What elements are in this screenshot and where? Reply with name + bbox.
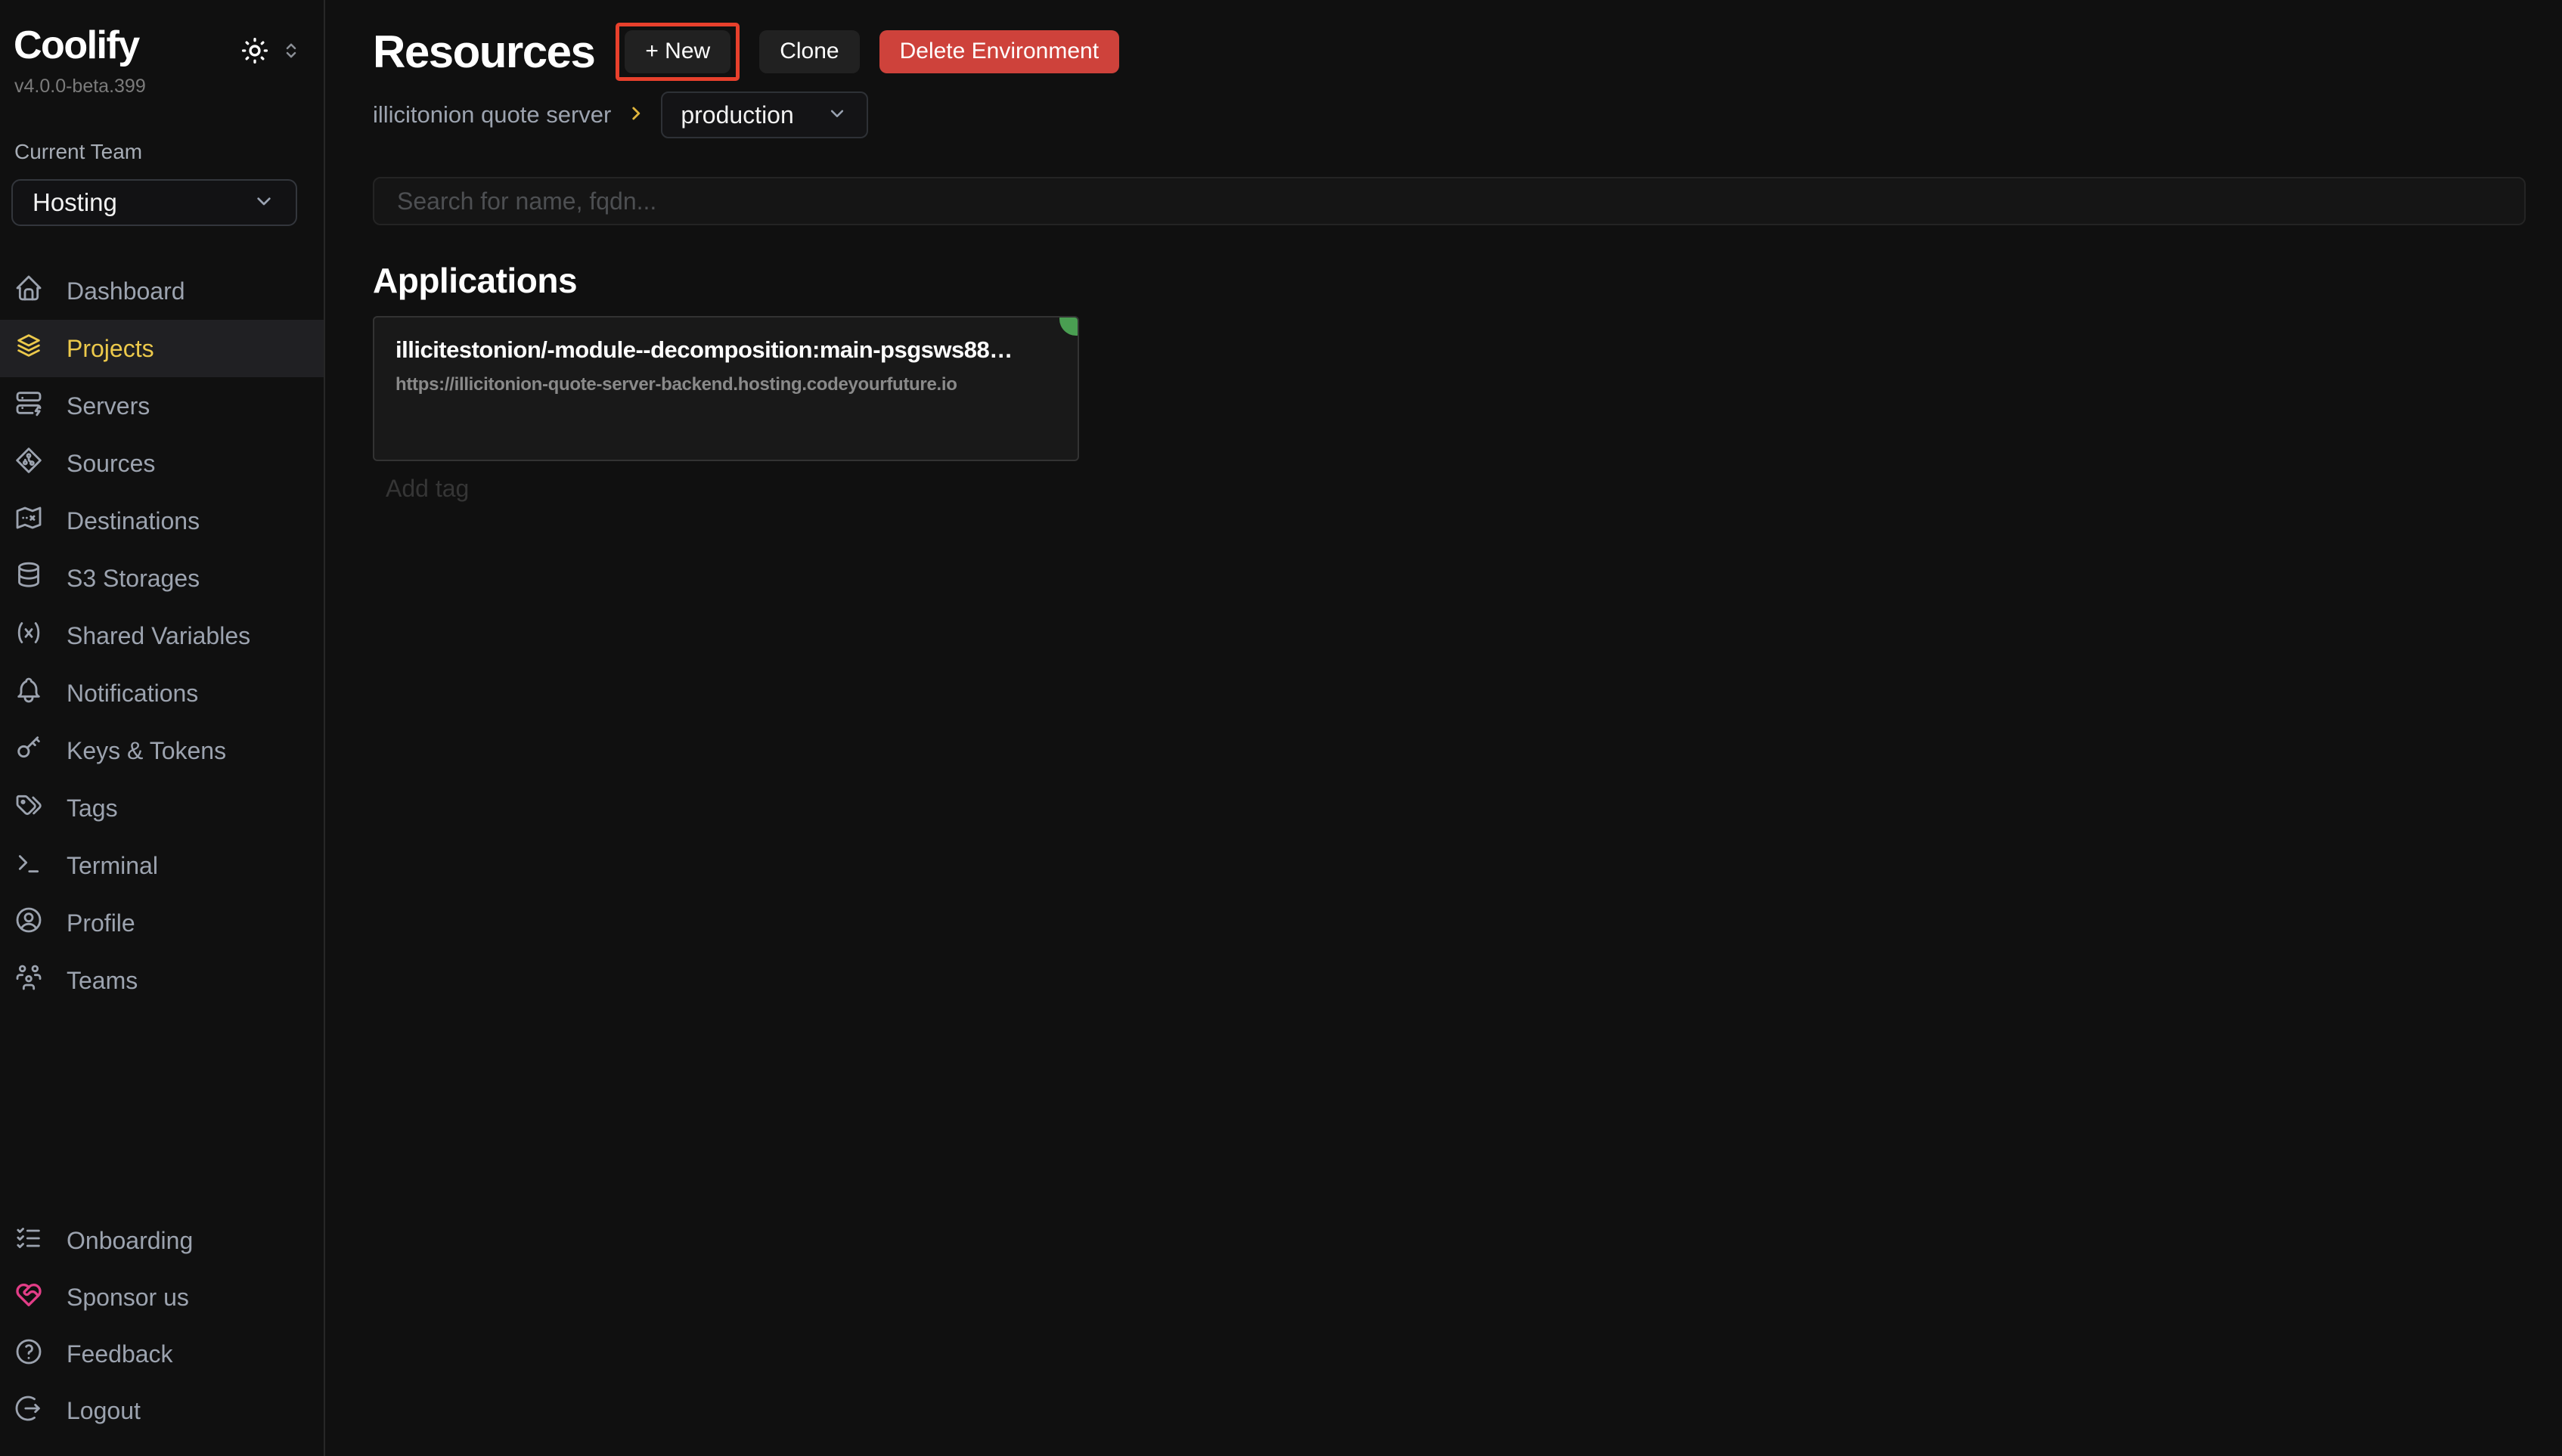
tags-icon [14,790,44,826]
current-team-label: Current Team [0,98,324,164]
sidebar-item-teams[interactable]: Teams [0,952,324,1009]
sidebar-item-label: Notifications [67,680,198,708]
sidebar-item-tags[interactable]: Tags [0,779,324,837]
applications-section-title: Applications [373,260,2526,301]
clone-button[interactable]: Clone [759,30,859,73]
sidebar: Coolify v4.0.0-beta.399 Current Team Hos… [0,0,325,1456]
chevron-right-icon [626,104,646,127]
sidebar-item-label: Dashboard [67,277,185,305]
key-icon [14,733,44,769]
team-select-value: Hosting [33,188,117,217]
sidebar-item-label: Projects [67,335,154,363]
sidebar-item-feedback[interactable]: Feedback [0,1326,324,1383]
logo-row: Coolify [0,0,324,68]
breadcrumb-project-link[interactable]: illicitonion quote server [373,101,611,129]
app-version: v4.0.0-beta.399 [0,68,324,98]
sidebar-item-label: Onboarding [67,1227,193,1255]
git-source-icon [14,445,44,482]
sidebar-item-profile[interactable]: Profile [0,894,324,952]
sidebar-item-projects[interactable]: Projects [0,320,324,377]
sidebar-item-s3-storages[interactable]: S3 Storages [0,550,324,607]
application-card-title: illicitestonion/-module--decomposition:m… [395,336,1056,364]
home-icon [14,273,44,309]
page-title: Resources [373,26,594,78]
add-tag-button[interactable]: Add tag [386,475,2526,503]
application-card[interactable]: illicitestonion/-module--decomposition:m… [373,316,1079,461]
server-icon [14,388,44,424]
app-logo: Coolify [14,23,139,68]
sidebar-footer: Onboarding Sponsor us Feedback [0,1213,324,1439]
sidebar-item-terminal[interactable]: Terminal [0,837,324,894]
logout-icon [14,1393,44,1430]
bell-icon [14,675,44,711]
users-group-icon [14,962,44,999]
variables-icon [14,618,44,654]
breadcrumb: illicitonion quote server production [373,91,2526,139]
sidebar-item-label: Servers [67,392,150,420]
heart-handshake-icon [14,1280,44,1316]
sidebar-item-destinations[interactable]: Destinations [0,492,324,550]
environment-select[interactable]: production [661,91,868,138]
chevron-down-icon [826,102,848,129]
sidebar-item-label: Teams [67,967,138,995]
help-circle-icon [14,1337,44,1373]
sidebar-item-label: Tags [67,795,118,822]
sidebar-item-label: Feedback [67,1340,173,1368]
sidebar-item-shared-variables[interactable]: Shared Variables [0,607,324,664]
search-row [373,177,2526,225]
search-input[interactable] [373,177,2526,225]
sidebar-item-label: Sources [67,450,155,478]
sidebar-item-servers[interactable]: Servers [0,377,324,435]
sidebar-item-logout[interactable]: Logout [0,1383,324,1439]
sidebar-nav: Dashboard Projects Ser [0,262,324,1009]
theme-switcher[interactable] [239,35,302,67]
checklist-icon [14,1223,44,1259]
running-status-indicator [1059,316,1079,336]
sidebar-item-label: Logout [67,1397,141,1425]
user-circle-icon [14,905,44,941]
sidebar-item-label: Terminal [67,852,158,880]
terminal-icon [14,847,44,884]
sidebar-item-dashboard[interactable]: Dashboard [0,262,324,320]
sidebar-item-label: Shared Variables [67,622,250,650]
sidebar-item-onboarding[interactable]: Onboarding [0,1213,324,1269]
delete-environment-button[interactable]: Delete Environment [879,30,1119,73]
map-icon [14,503,44,539]
sidebar-item-notifications[interactable]: Notifications [0,664,324,722]
layers-icon [14,330,44,367]
application-card-url: https://illicitonion-quote-server-backen… [395,374,1056,395]
page-header: Resources + New Clone Delete Environment [373,18,2526,85]
new-resource-button[interactable]: + New [625,30,730,73]
team-select[interactable]: Hosting [11,179,297,226]
database-icon [14,560,44,596]
environment-select-value: production [681,101,793,129]
main-content: Resources + New Clone Delete Environment… [325,0,2562,1456]
chevron-updown-icon[interactable] [280,39,302,62]
sidebar-item-keys-tokens[interactable]: Keys & Tokens [0,722,324,779]
annotation-highlight: + New [616,23,740,81]
sidebar-item-sponsor-us[interactable]: Sponsor us [0,1269,324,1326]
chevron-down-icon [252,189,276,217]
sidebar-item-label: Keys & Tokens [67,737,226,765]
sun-icon[interactable] [239,35,271,67]
coolify-app: Coolify v4.0.0-beta.399 Current Team Hos… [0,0,2562,1456]
sidebar-item-label: Profile [67,909,135,937]
sidebar-item-label: Destinations [67,507,200,535]
sidebar-item-label: Sponsor us [67,1284,189,1312]
sidebar-item-sources[interactable]: Sources [0,435,324,492]
sidebar-item-label: S3 Storages [67,565,200,593]
